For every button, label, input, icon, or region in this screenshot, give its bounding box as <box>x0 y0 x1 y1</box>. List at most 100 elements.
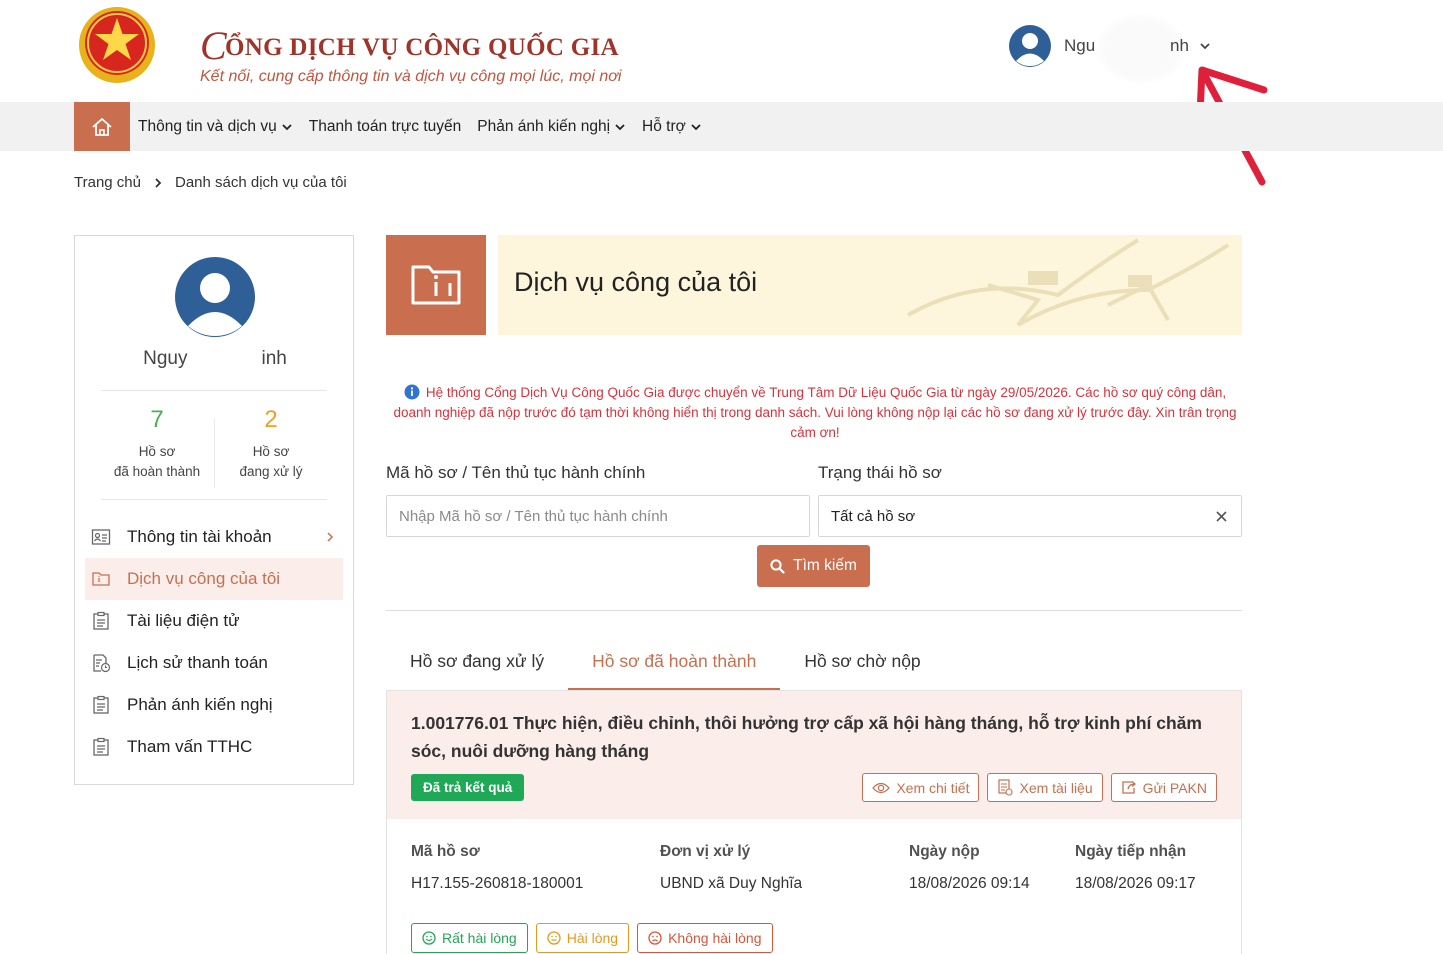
stat-label: Hồ sơ <box>252 444 290 459</box>
stat-label: Hồ sơ <box>138 444 176 459</box>
sidebar-item-e-documents[interactable]: Tài liệu điện tử <box>85 600 343 642</box>
sidebar-item-consultation[interactable]: Tham vấn TTHC <box>85 726 343 768</box>
site-header: CỔNG DỊCH VỤ CÔNG QUỐC GIA Kết nối, cung… <box>0 0 1443 186</box>
sidebar-item-label: Tài liệu điện tử <box>127 611 240 630</box>
field-label: Ngày nộp <box>909 843 980 860</box>
field-value: 18/08/2026 09:17 <box>1075 875 1196 892</box>
folder-info-icon <box>411 265 461 305</box>
search-code-input[interactable] <box>386 495 810 537</box>
view-details-label: Xem chi tiết <box>896 779 970 796</box>
chevron-down-icon <box>691 123 701 130</box>
user-name[interactable]: Ngu nh <box>1064 14 1204 84</box>
field-label: Ngày tiếp nhận <box>1075 843 1187 860</box>
field-label: Đơn vị xử lý <box>660 843 751 860</box>
nav-item-label: Thông tin và dịch vụ <box>138 117 277 135</box>
smile-icon <box>547 931 561 945</box>
tab-pending-submission[interactable]: Hồ sơ chờ nộp <box>780 636 944 690</box>
breadcrumb: Trang chủ Danh sách dịch vụ của tôi <box>74 174 347 191</box>
stat-label: đang xử lý <box>239 464 303 479</box>
field-label: Mã hồ sơ <box>411 843 480 860</box>
chevron-right-icon <box>327 532 334 542</box>
nav-item-support[interactable]: Hỗ trợ <box>642 118 702 136</box>
account-sidebar: Nguy inh 7 Hồ sơ đã hoàn thành 2 Hồ sơ đang… <box>74 235 354 785</box>
tab-processing[interactable]: Hồ sơ đang xử lý <box>386 636 568 690</box>
stat-completed-count: 7 <box>150 406 164 433</box>
sidebar-item-label: Lịch sử thanh toán <box>127 653 268 672</box>
view-documents-button[interactable]: Xem tài liệu <box>987 773 1103 802</box>
nav-item-label: Hỗ trợ <box>642 117 686 135</box>
user-avatar-icon <box>175 257 255 337</box>
main-nav: Thông tin và dịch vụ Thanh toán trực tuy… <box>0 102 1443 151</box>
code-field-label: Mã hồ sơ / Tên thủ tục hành chính <box>386 463 646 482</box>
field-submitted-date: Ngày nộp 18/08/2026 09:14 <box>909 843 1030 893</box>
status-select-value: Tất cả hồ sơ <box>831 507 916 525</box>
user-menu[interactable]: Ngu nh <box>1008 14 1212 84</box>
divider <box>386 610 1242 611</box>
national-emblem-logo[interactable] <box>74 4 160 90</box>
send-feedback-button[interactable]: Gửi PAKN <box>1110 773 1217 802</box>
site-subtitle: Kết nối, cung cấp thông tin và dịch vụ c… <box>200 68 622 85</box>
rating-unsatisfied-button[interactable]: Không hài lòng <box>637 923 773 953</box>
tab-completed[interactable]: Hồ sơ đã hoàn thành <box>568 636 781 690</box>
feedback-icon <box>93 695 109 714</box>
breadcrumb-home-link[interactable]: Trang chủ <box>74 174 141 191</box>
sidebar-item-feedback[interactable]: Phản ánh kiến nghị <box>85 684 343 726</box>
rating-label: Hài lòng <box>566 930 619 946</box>
nav-item-info-services[interactable]: Thông tin và dịch vụ <box>138 118 293 136</box>
home-button[interactable] <box>74 102 130 151</box>
page-title: Dịch vụ công của tôi <box>514 267 758 297</box>
chevron-down-icon <box>615 123 625 130</box>
sidebar-item-label: Thông tin tài khoản <box>127 527 272 546</box>
record-card-header: 1.001776.01 Thực hiện, điều chỉnh, thôi … <box>387 691 1241 819</box>
stat-processing: 2 Hồ sơ đang xử lý <box>211 406 331 482</box>
nav-item-label: Phản ánh kiến nghị <box>477 117 611 135</box>
user-name-suffix: nh <box>1170 36 1189 55</box>
site-title-text: ỔNG DỊCH VỤ CÔNG QUỐC GIA <box>224 34 619 61</box>
notice-text: Hệ thống Cổng Dịch Vụ Công Quốc Gia được… <box>393 385 1237 440</box>
smile-icon <box>422 931 436 945</box>
banner-icon-box <box>386 235 486 335</box>
divider <box>101 390 327 391</box>
nav-item-label: Thanh toán trực tuyến <box>308 117 462 135</box>
field-record-code: Mã hồ sơ H17.155-260818-180001 <box>411 843 583 893</box>
sidebar-item-label: Dịch vụ công của tôi <box>127 569 281 588</box>
status-field-label: Trạng thái hồ sơ <box>818 463 942 482</box>
breadcrumb-current: Danh sách dịch vụ của tôi <box>174 174 347 191</box>
sidebar-item-my-services[interactable]: Dịch vụ công của tôi <box>85 558 343 600</box>
status-select[interactable]: Tất cả hồ sơ <box>818 495 1242 537</box>
record-card: 1.001776.01 Thực hiện, điều chỉnh, thôi … <box>386 690 1242 954</box>
record-tabs: Hồ sơ đang xử lý Hồ sơ đã hoàn thành Hồ … <box>386 636 945 690</box>
document-icon <box>998 779 1014 796</box>
record-actions: Xem chi tiết Xem tài liệu Gửi PAKN <box>854 773 1217 802</box>
nav-item-online-payment[interactable]: Thanh toán trực tuyến <box>309 118 462 136</box>
system-notice: Hệ thống Cổng Dịch Vụ Công Quốc Gia được… <box>392 383 1238 443</box>
crane-pattern-decoration <box>907 238 1230 327</box>
info-icon <box>404 384 420 400</box>
user-avatar-icon <box>1009 25 1051 67</box>
id-card-icon <box>91 529 111 545</box>
sidebar-item-account-info[interactable]: Thông tin tài khoản <box>85 516 343 558</box>
consult-icon <box>93 737 109 756</box>
user-name-suffix: inh <box>261 348 287 369</box>
stat-completed: 7 Hồ sơ đã hoàn thành <box>97 406 217 482</box>
sidebar-item-payment-history[interactable]: Lịch sử thanh toán <box>85 642 343 684</box>
search-button[interactable]: Tìm kiếm <box>757 545 870 587</box>
frown-icon <box>648 931 662 945</box>
record-title[interactable]: 1.001776.01 Thực hiện, điều chỉnh, thôi … <box>411 709 1221 765</box>
field-value: 18/08/2026 09:14 <box>909 875 1030 892</box>
rating-very-satisfied-button[interactable]: Rất hài lòng <box>411 923 528 953</box>
status-badge: Đã trả kết quả <box>411 774 525 801</box>
view-details-button[interactable]: Xem chi tiết <box>862 773 980 802</box>
sidebar-menu: Thông tin tài khoản Dịch vụ công của tôi… <box>85 516 343 768</box>
site-title[interactable]: CỔNG DỊCH VỤ CÔNG QUỐC GIA <box>200 22 619 69</box>
sidebar-item-label: Tham vấn TTHC <box>127 737 253 756</box>
nav-item-feedback[interactable]: Phản ánh kiến nghị <box>477 118 626 136</box>
clear-icon[interactable] <box>1216 511 1227 522</box>
rating-options: Rất hài lòng Hài lòng Không hài lòng <box>411 923 781 953</box>
share-icon <box>1121 781 1136 794</box>
chevron-right-icon <box>155 177 162 188</box>
rating-satisfied-button[interactable]: Hài lòng <box>535 923 630 953</box>
page-banner: Dịch vụ công của tôi <box>498 235 1242 335</box>
search-icon <box>770 558 785 574</box>
document-icon <box>93 611 109 630</box>
